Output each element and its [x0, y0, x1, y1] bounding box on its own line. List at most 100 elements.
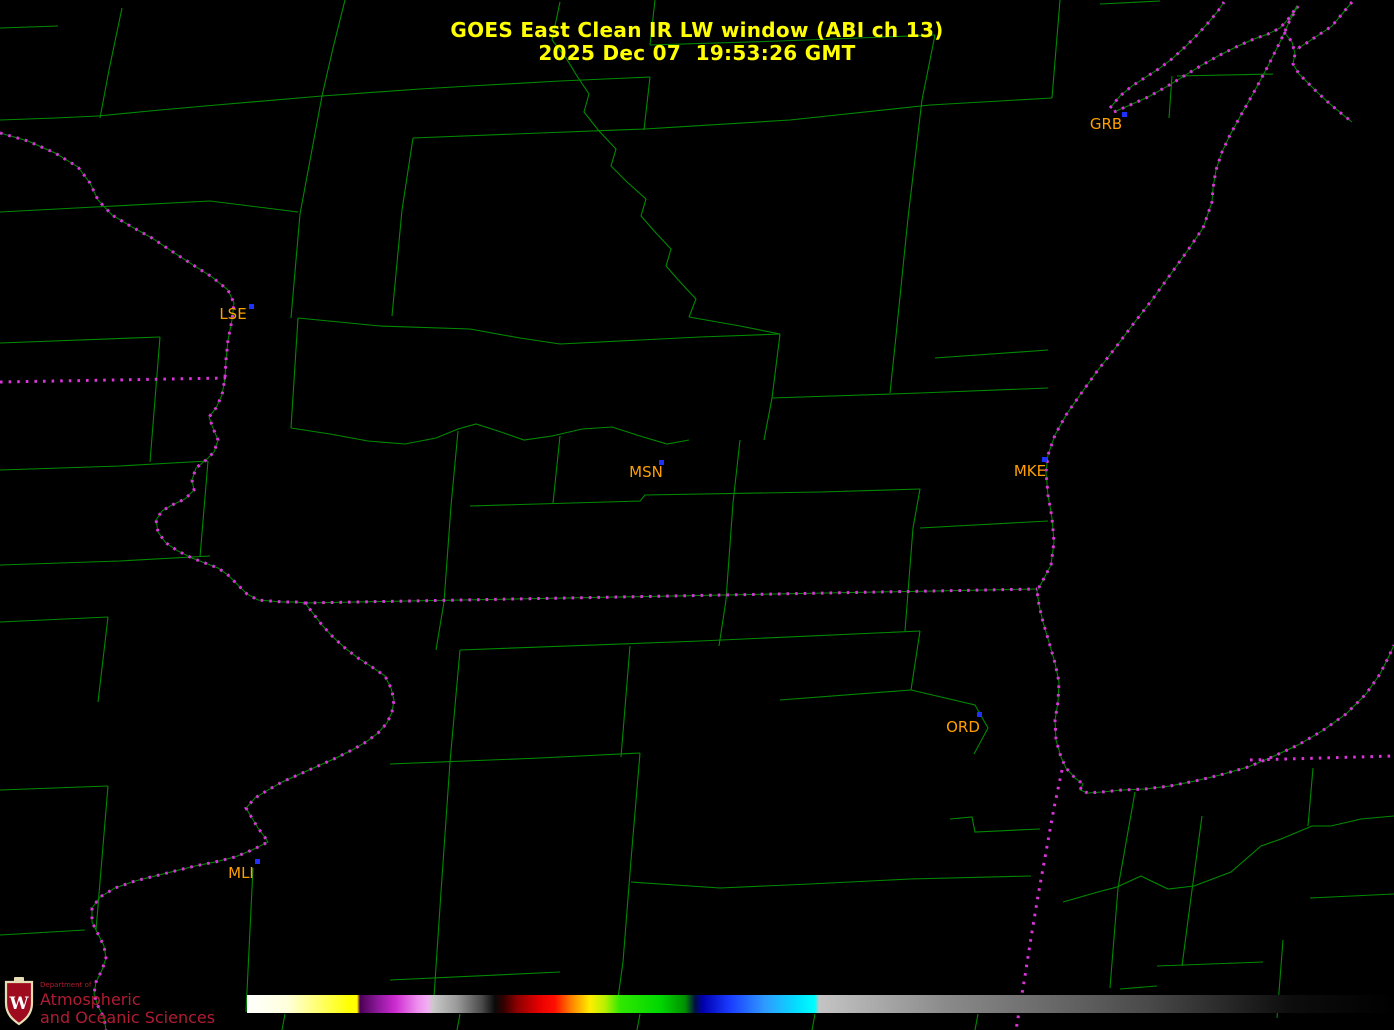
county-line: [637, 1014, 640, 1030]
county-line: [1169, 76, 1172, 118]
county-line: [291, 318, 298, 428]
county-line: [1157, 962, 1263, 966]
department-text: Department of Atmospheric and Oceanic Sc…: [40, 977, 215, 1026]
station-label: MLI: [228, 864, 254, 882]
station-label: LSE: [219, 305, 246, 323]
county-line: [719, 600, 726, 646]
county-line: [920, 521, 1048, 528]
county-line: [0, 201, 298, 212]
county-line: [291, 424, 689, 444]
county-line: [470, 489, 920, 506]
county-line: [772, 334, 780, 398]
county-line: [1120, 986, 1157, 989]
aos-branding: W Department of Atmospheric and Oceanic …: [4, 977, 215, 1026]
county-line: [402, 138, 413, 210]
county-line: [300, 96, 322, 214]
county-line: [890, 336, 896, 393]
county-line: [726, 503, 733, 600]
county-line: [1190, 816, 1202, 905]
county-line: [0, 337, 160, 343]
ir-temperature-colorbar: [247, 995, 1394, 1013]
county-line: [560, 334, 780, 344]
station-dot: [255, 859, 260, 864]
county-line: [0, 461, 208, 470]
county-line: [451, 431, 458, 506]
county-line: [470, 329, 560, 344]
county-line: [908, 100, 922, 218]
title-line1: GOES East Clean IR LW window (ABI ch 13): [0, 19, 1394, 42]
county-line: [246, 868, 253, 1012]
county-line: [644, 77, 650, 130]
county-line: [392, 210, 402, 316]
county-line: [1063, 816, 1394, 902]
county-line: [780, 690, 911, 700]
dept-name-line2: and Oceanic Sciences: [40, 1010, 215, 1026]
county-line: [0, 930, 85, 935]
county-line: [975, 1014, 978, 1030]
county-line: [623, 860, 631, 962]
svg-text:W: W: [8, 994, 29, 1014]
county-line: [413, 129, 645, 138]
county-line: [282, 1014, 285, 1030]
station-label: MKE: [1014, 462, 1046, 480]
county-line: [0, 116, 98, 120]
county-line: [1118, 792, 1135, 888]
station-dot: [249, 304, 254, 309]
county-line: [689, 317, 780, 334]
station-dot: [977, 712, 982, 717]
county-boundary-lines: [0, 0, 1394, 1030]
county-line: [812, 1014, 815, 1030]
station-label: ORD: [946, 718, 980, 736]
county-line: [913, 489, 920, 528]
station-label: GRB: [1090, 115, 1122, 133]
county-line: [96, 786, 108, 930]
county-line: [930, 98, 1052, 105]
county-line: [0, 786, 108, 790]
county-line: [935, 350, 1048, 358]
county-line: [950, 817, 1040, 832]
county-line: [298, 318, 470, 329]
county-line: [645, 105, 930, 129]
county-line: [1182, 905, 1190, 966]
satellite-viewer-screen: GOES East Clean IR LW window (ABI ch 13)…: [0, 0, 1394, 1030]
county-line: [631, 876, 1031, 888]
county-line: [1110, 888, 1118, 988]
county-line: [322, 77, 650, 96]
county-line: [0, 556, 210, 565]
county-line: [896, 218, 908, 336]
county-line: [1177, 74, 1273, 76]
county-line: [631, 753, 640, 860]
uw-madison-crest-icon: W: [4, 977, 34, 1026]
county-line: [390, 753, 640, 764]
wi-il-border-underlay: [305, 589, 1037, 603]
county-line: [552, 40, 696, 317]
county-line: [911, 631, 920, 690]
station-label: MSN: [629, 463, 663, 481]
county-line: [457, 1014, 460, 1030]
county-line: [291, 214, 300, 318]
image-title: GOES East Clean IR LW window (ABI ch 13)…: [0, 19, 1394, 65]
county-line: [772, 388, 1048, 398]
county-line: [460, 631, 920, 650]
county-line: [436, 602, 444, 650]
county-line: [450, 650, 460, 762]
county-line: [905, 528, 913, 631]
county-line: [444, 506, 451, 602]
mississippi-river-underlay: [0, 133, 394, 1030]
state-border-lines: [0, 2, 1394, 1030]
dept-name-line1: Atmospheric: [40, 992, 215, 1008]
il-in-border: [1016, 770, 1062, 1030]
county-line: [1310, 894, 1394, 898]
county-line: [150, 337, 160, 462]
county-line: [621, 646, 630, 757]
county-line: [764, 398, 772, 440]
title-line2: 2025 Dec 07 19:53:26 GMT: [0, 42, 1394, 65]
county-line: [1308, 768, 1313, 826]
county-line: [1100, 1, 1160, 4]
county-line: [441, 762, 450, 892]
county-line: [98, 96, 322, 116]
mn-ia-border: [0, 378, 226, 382]
county-line: [0, 617, 108, 622]
county-line: [98, 617, 108, 702]
county-line: [433, 892, 441, 1012]
